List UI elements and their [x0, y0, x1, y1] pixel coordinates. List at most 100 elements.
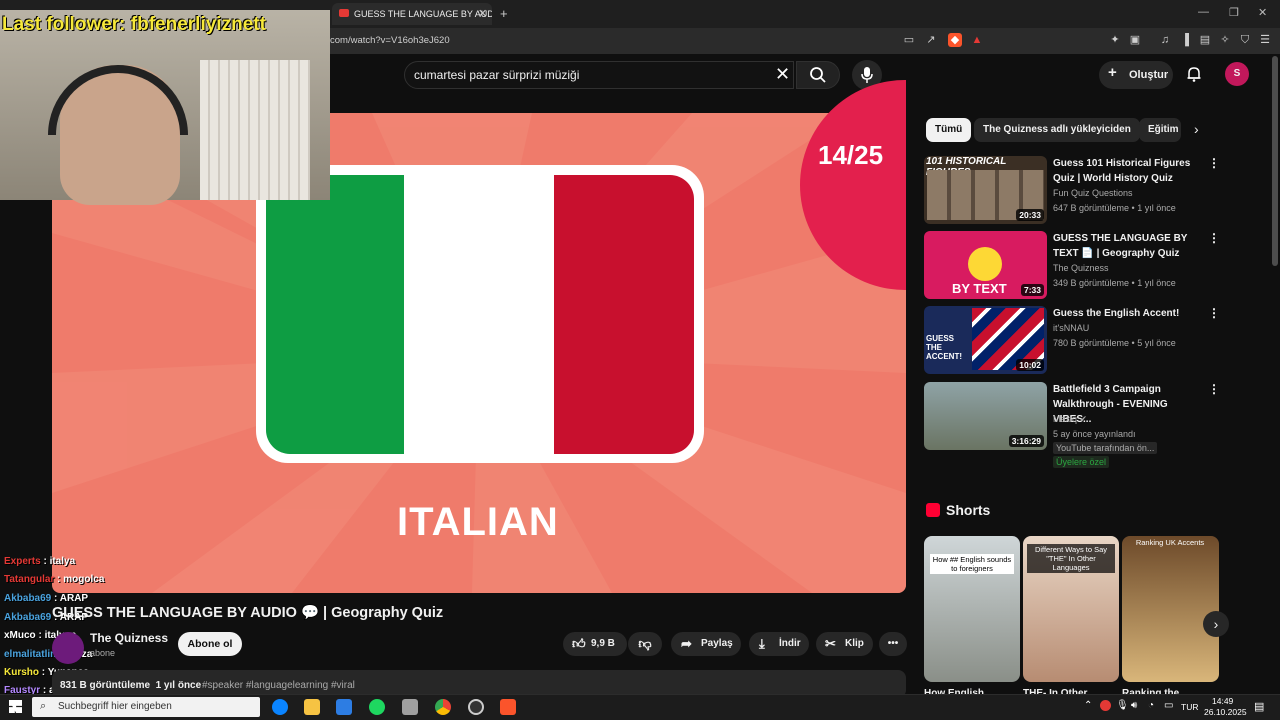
chat-text: mogolca: [63, 574, 105, 585]
rec-thumb-text: GUESS THE ACCENT!: [926, 334, 962, 361]
obs-icon[interactable]: [468, 699, 484, 715]
tray-chevron-icon[interactable]: ⌃: [1084, 700, 1092, 711]
sidebar-toggle-icon[interactable]: ▐: [1178, 33, 1192, 47]
share-icon: ➦: [681, 636, 692, 651]
tray-volume-icon[interactable]: 🔊︎: [1131, 700, 1137, 711]
create-label: Oluştur: [1129, 69, 1169, 81]
rec-thumbnail[interactable]: 3:16:29: [924, 382, 1047, 450]
rec-channel[interactable]: Maxiq ✔: [1053, 414, 1087, 425]
rec-thumbnail[interactable]: GUESS THE ACCENT! 10:02: [924, 306, 1047, 374]
channel-name[interactable]: The Quizness: [90, 631, 168, 645]
channel-avatar[interactable]: [52, 632, 84, 664]
language-indicator[interactable]: TUR: [1181, 702, 1198, 712]
download-button[interactable]: ⤓ İndir: [749, 632, 809, 656]
tray-mic-icon[interactable]: 🎙︎: [1116, 700, 1129, 711]
extensions-icon[interactable]: ✦: [1108, 33, 1122, 47]
chip-education[interactable]: Eğitim: [1139, 118, 1181, 142]
subscribe-button[interactable]: Abone ol: [178, 632, 242, 656]
vpn-icon[interactable]: ⛉: [1238, 33, 1252, 47]
recommendation-item[interactable]: BY TEXT 7:33 GUESS THE LANGUAGE BY TEXT …: [924, 231, 1220, 299]
more-vertical-icon[interactable]: ⋮: [1208, 306, 1220, 320]
music-icon[interactable]: ♫: [1158, 33, 1172, 47]
minimize-icon[interactable]: —: [1198, 6, 1209, 18]
tray-app-icon[interactable]: [1100, 700, 1111, 711]
file-explorer-icon[interactable]: [304, 699, 320, 715]
share-label: Paylaş: [701, 638, 733, 649]
clear-search-icon[interactable]: ✕: [775, 64, 790, 85]
restore-icon[interactable]: ❐: [1229, 6, 1239, 19]
wallet-icon[interactable]: ▤: [1198, 33, 1212, 47]
notifications-bell-icon[interactable]: [1186, 66, 1202, 82]
download-label: İndir: [779, 638, 801, 649]
rec-title[interactable]: Guess 101 Historical Figures Quiz | Worl…: [1053, 156, 1203, 186]
dislike-button[interactable]: 👎︎: [628, 632, 662, 656]
clip-button[interactable]: ✂ Klip: [816, 632, 873, 656]
short-card[interactable]: How ## English sounds to foreigners: [924, 536, 1020, 682]
premiere-badge: YouTube tarafından ön...: [1053, 442, 1158, 454]
edge-icon[interactable]: [272, 699, 288, 715]
rec-channel[interactable]: Fun Quiz Questions: [1053, 188, 1133, 198]
search-button[interactable]: [796, 61, 840, 89]
rec-thumb-text: BY TEXT: [952, 281, 1007, 296]
menu-icon[interactable]: ☰: [1258, 33, 1272, 47]
like-button[interactable]: 👍︎ 9,9 B: [563, 632, 627, 656]
brave-rewards-icon[interactable]: ▲: [970, 33, 984, 47]
description-tags[interactable]: #speaker #languagelearning #viral: [202, 680, 355, 691]
share-page-icon[interactable]: ↗: [924, 33, 938, 47]
shorts-next-button[interactable]: ›: [1203, 611, 1229, 637]
recommendation-item[interactable]: GUESS THE ACCENT! 10:02 Guess the Englis…: [924, 306, 1220, 374]
window-close-icon[interactable]: ✕: [1258, 6, 1267, 19]
new-tab-icon[interactable]: +: [500, 6, 508, 21]
notification-center-icon[interactable]: ▤: [1254, 700, 1264, 713]
rec-channel[interactable]: it'sNNAU: [1053, 323, 1089, 333]
flag-red-stripe: [554, 175, 694, 454]
rec-channel[interactable]: The Quizness: [1053, 263, 1109, 273]
chrome-icon[interactable]: [435, 699, 451, 715]
recommendation-item[interactable]: 101 HISTORICAL FIGURES 20:33 Guess 101 H…: [924, 156, 1220, 224]
recommendation-item[interactable]: 3:16:29 Battlefield 3 Campaign Walkthrou…: [924, 382, 1220, 470]
account-avatar[interactable]: S: [1225, 62, 1249, 86]
more-vertical-icon[interactable]: ⋮: [1208, 156, 1220, 170]
cast-icon[interactable]: ▭: [902, 33, 916, 47]
rec-meta: 647 B görüntüleme • 1 yıl önce: [1053, 203, 1176, 213]
upload-age: 1 yıl önce: [155, 680, 202, 691]
page-scrollbar[interactable]: [1272, 56, 1278, 266]
create-button[interactable]: + Oluştur: [1099, 61, 1173, 89]
clock-date[interactable]: 26.10.2025: [1204, 707, 1247, 717]
chat-user: xMuco: [4, 630, 36, 641]
chevron-right-icon[interactable]: ›: [1194, 121, 1199, 137]
screenshot-icon[interactable]: ▣: [1128, 33, 1142, 47]
youtube-favicon-icon: [339, 9, 349, 17]
more-vertical-icon[interactable]: ⋮: [1208, 382, 1220, 396]
close-tab-icon[interactable]: ✕: [478, 7, 487, 20]
rec-title[interactable]: GUESS THE LANGUAGE BY TEXT 📄 | Geography…: [1053, 231, 1203, 261]
shorts-heading: Shorts: [946, 502, 991, 518]
short-card[interactable]: Ranking UK Accents: [1122, 536, 1219, 682]
tab-youtube-active[interactable]: GUESS THE LANGUAGE BY AUDIO: [332, 3, 492, 25]
short-card[interactable]: Different Ways to Say "THE" In Other Lan…: [1023, 536, 1119, 682]
rec-title[interactable]: Guess the English Accent!: [1053, 306, 1203, 321]
taskbar-search-placeholder: Suchbegriff hier eingeben: [58, 701, 172, 712]
rec-duration: 7:33: [1020, 284, 1044, 296]
clock-time[interactable]: 14:49: [1212, 696, 1233, 706]
window-blind: [200, 60, 310, 200]
rec-thumbnail[interactable]: 101 HISTORICAL FIGURES 20:33: [924, 156, 1047, 224]
chip-uploader[interactable]: The Quizness adlı yükleyiciden: [974, 118, 1140, 142]
question-counter-text: 14/25: [818, 140, 884, 170]
spotify-icon[interactable]: [369, 699, 385, 715]
share-button[interactable]: ➦ Paylaş: [671, 632, 741, 656]
url-text[interactable]: com/watch?v=V16oh3eJ620: [330, 35, 450, 46]
store-icon[interactable]: [336, 699, 352, 715]
chip-all[interactable]: Tümü: [926, 118, 972, 142]
more-actions-button[interactable]: •••: [879, 632, 907, 656]
download-icon: ⤓: [759, 636, 765, 651]
brave-icon[interactable]: [500, 699, 516, 715]
brave-shield-icon[interactable]: ◆: [948, 33, 962, 47]
webcam-overlay: [0, 10, 330, 205]
leo-ai-icon[interactable]: ✧: [1218, 33, 1232, 47]
calculator-icon[interactable]: [402, 699, 418, 715]
tray-battery-icon[interactable]: ▭: [1164, 700, 1173, 711]
tray-network-icon[interactable]: ◔: [1148, 700, 1154, 711]
rec-thumbnail[interactable]: BY TEXT 7:33: [924, 231, 1047, 299]
more-vertical-icon[interactable]: ⋮: [1208, 231, 1220, 245]
